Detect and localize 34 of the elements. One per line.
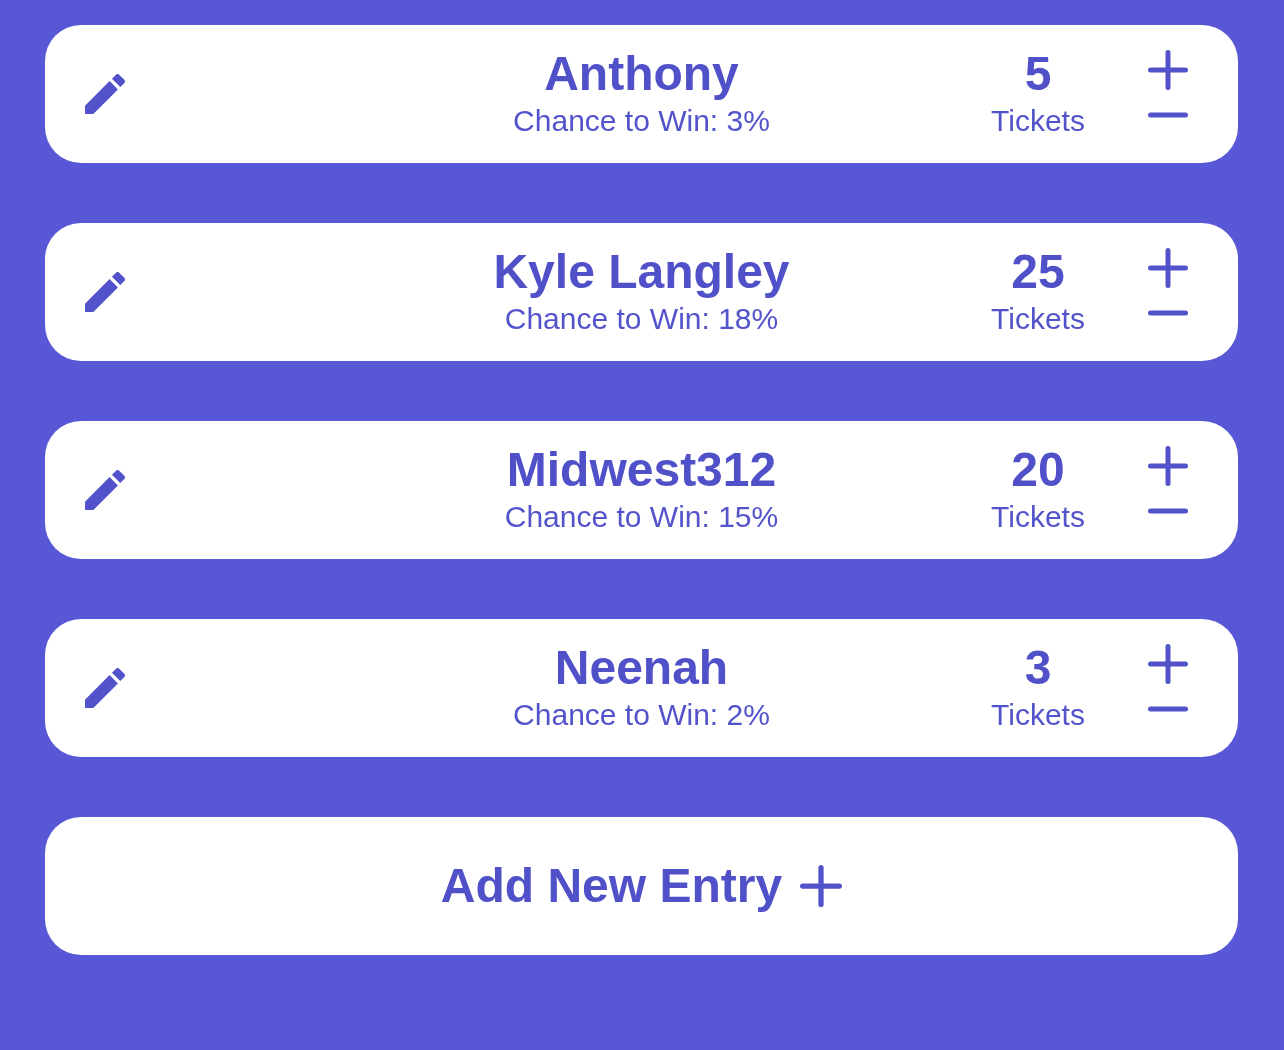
win-chance: Chance to Win: 2% [513,697,770,733]
entry-name: Midwest312 [506,443,777,497]
minus-icon [1148,706,1188,712]
tickets-label: Tickets [991,499,1085,535]
entry-name: Neenah [554,641,729,695]
ticket-count: 20 [1011,443,1065,497]
increase-tickets-button[interactable] [1146,48,1190,92]
minus-icon [1148,508,1188,514]
plus-icon [1148,644,1188,684]
tickets-label: Tickets [991,697,1085,733]
ticket-count: 5 [1024,47,1052,101]
pencil-icon[interactable] [85,74,125,114]
increase-tickets-button[interactable] [1146,246,1190,290]
minus-icon [1148,310,1188,316]
ticket-count: 25 [1011,245,1065,299]
tickets-label: Tickets [991,301,1085,337]
win-chance: Chance to Win: 15% [504,499,779,535]
plus-icon [800,865,843,907]
minus-icon [1148,112,1188,118]
plus-icon [1148,50,1188,90]
pencil-icon[interactable] [85,470,125,510]
win-chance: Chance to Win: 18% [504,301,779,337]
entry-name: Kyle Langley [493,245,790,299]
increase-tickets-button[interactable] [1146,444,1190,488]
increase-tickets-button[interactable] [1146,642,1190,686]
plus-icon [1148,446,1188,486]
entry-name: Anthony [544,47,739,101]
win-chance: Chance to Win: 3% [513,103,770,139]
plus-icon [1148,248,1188,288]
pencil-icon[interactable] [85,272,125,312]
ticket-count: 3 [1024,641,1052,695]
add-entry-button[interactable]: Add New Entry [45,817,1238,955]
pencil-icon[interactable] [85,668,125,708]
tickets-label: Tickets [991,103,1085,139]
